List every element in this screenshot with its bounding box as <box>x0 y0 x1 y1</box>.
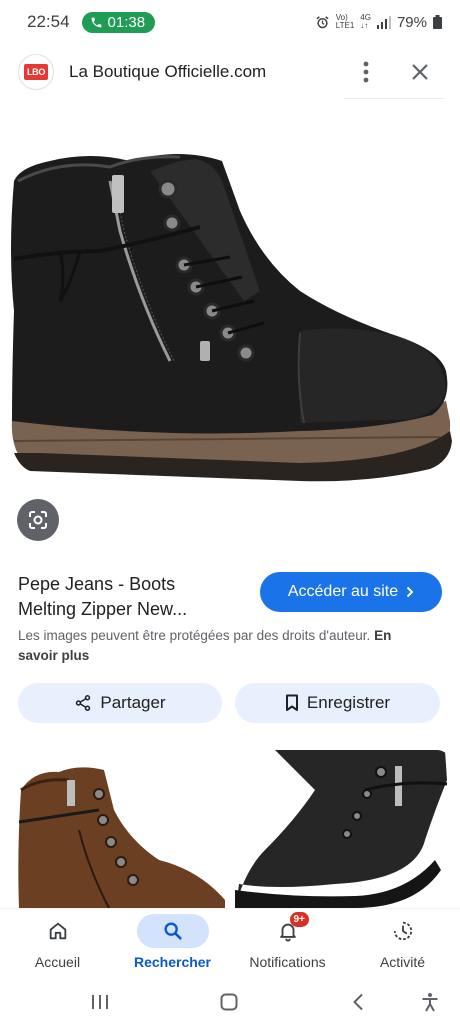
nav-home-label: Accueil <box>34 954 81 970</box>
recent-apps-button[interactable] <box>85 988 115 1016</box>
signal-icon <box>376 15 391 29</box>
more-vert-icon <box>363 61 369 83</box>
share-button[interactable]: Partager <box>18 683 222 723</box>
site-logo: LBO <box>18 54 54 90</box>
status-bar: 22:54 01:38 Vo) LTE1 4G ↓↑ 79% <box>0 0 460 44</box>
site-header: LBO La Boutique Officielle.com <box>0 44 460 100</box>
nav-activity[interactable]: Activité <box>345 909 460 981</box>
chevron-right-icon <box>406 586 414 598</box>
more-options-button[interactable] <box>350 56 382 88</box>
save-button[interactable]: Enregistrer <box>235 683 440 723</box>
save-label: Enregistrer <box>306 693 391 712</box>
network-type: 4G ↓↑ <box>360 13 371 30</box>
status-time: 22:54 <box>27 12 70 31</box>
google-lens-button[interactable] <box>17 499 59 541</box>
home-system-button[interactable] <box>214 988 244 1016</box>
nav-notifications[interactable]: 9+ Notifications <box>230 909 345 981</box>
close-icon <box>412 64 428 80</box>
lens-icon <box>29 511 47 529</box>
nav-notifications-label: Notifications <box>249 954 326 970</box>
nav-search[interactable]: Rechercher <box>115 909 230 981</box>
accessibility-button[interactable] <box>415 988 445 1016</box>
main-product-image[interactable] <box>0 101 460 561</box>
nav-activity-label: Activité <box>379 954 426 970</box>
related-image-brown-boot[interactable] <box>9 750 225 908</box>
share-icon <box>76 695 91 711</box>
visit-site-label: Accéder au site <box>287 583 399 600</box>
nav-search-label: Rechercher <box>133 954 212 970</box>
header-divider <box>344 98 444 99</box>
alarm-icon <box>316 15 329 28</box>
recent-apps-icon <box>92 995 108 1009</box>
related-image-black-boot[interactable] <box>235 750 451 908</box>
nav-home[interactable]: Accueil <box>0 909 115 981</box>
visit-site-button[interactable]: Accéder au site <box>260 572 442 612</box>
copyright-notice: Les images peuvent être protégées par de… <box>18 628 392 663</box>
site-name: La Boutique Officielle.com <box>69 62 267 81</box>
notifications-badge: 9+ <box>289 912 309 927</box>
back-button[interactable] <box>343 988 373 1016</box>
battery-percent: 79% <box>396 13 427 31</box>
volte-indicator: Vo) LTE1 <box>335 13 355 30</box>
system-navigation-bar <box>0 980 460 1024</box>
back-chevron-icon <box>353 993 363 1011</box>
phone-icon <box>91 17 101 27</box>
bookmark-icon <box>285 694 298 711</box>
call-duration: 01:38 <box>107 13 146 31</box>
accessibility-icon <box>422 993 438 1012</box>
home-icon <box>49 922 66 940</box>
result-title[interactable]: Pepe Jeans - Boots Melting Zipper New... <box>18 572 228 622</box>
share-label: Partager <box>100 693 166 712</box>
home-square-icon <box>220 993 238 1011</box>
status-icons: Vo) LTE1 4G ↓↑ 79% <box>315 14 442 31</box>
ongoing-call-pill[interactable]: 01:38 <box>81 11 156 33</box>
search-icon <box>163 922 182 940</box>
close-button[interactable] <box>404 56 436 88</box>
battery-icon <box>433 15 442 29</box>
bottom-navigation: Accueil Rechercher 9+ Notifications Acti… <box>0 908 460 980</box>
history-icon <box>393 921 412 941</box>
